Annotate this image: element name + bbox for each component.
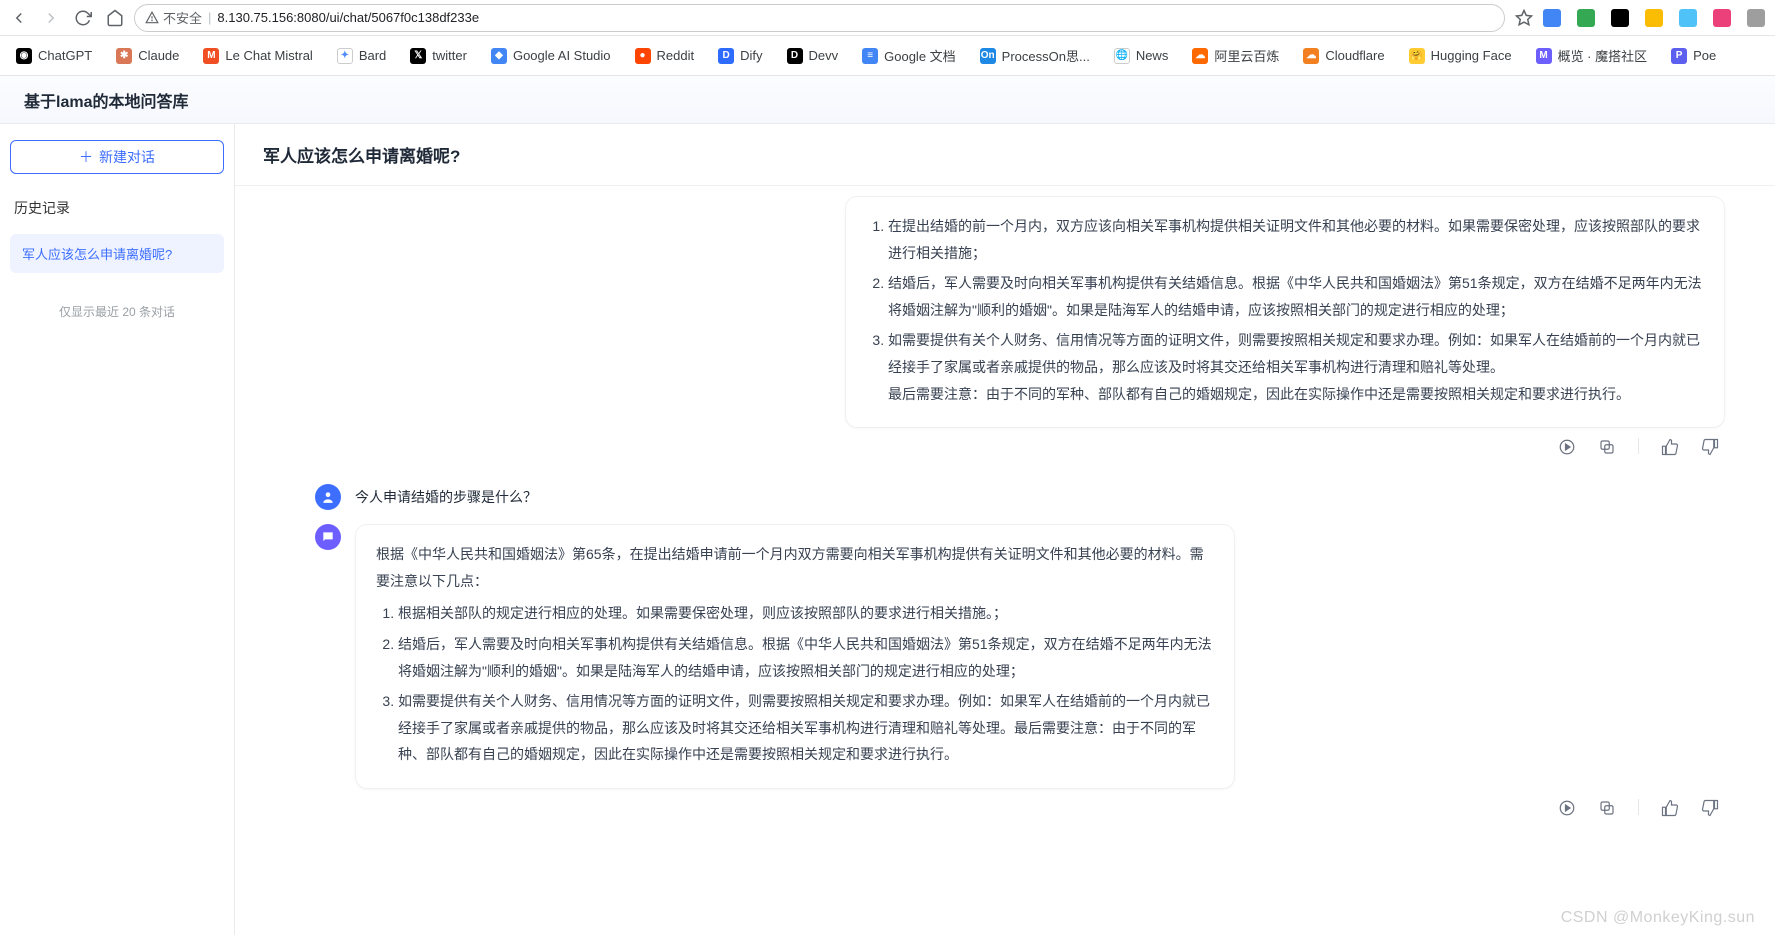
assistant-lead: 根据《中华人民共和国婚姻法》第65条，在提出结婚申请前一个月内双方需要向相关军事…	[376, 541, 1214, 594]
list-item: 根据相关部队的规定进行相应的处理。如果需要保密处理，则应该按照部队的要求进行相关…	[398, 600, 1214, 627]
message-actions	[355, 799, 1725, 817]
assistant-message: 在提出结婚的前一个月内，双方应该向相关军事机构提供相关证明文件和其他必要的材料。…	[845, 196, 1725, 428]
thumbs-up-icon[interactable]	[1661, 799, 1679, 817]
list-item: 在提出结婚的前一个月内，双方应该向相关军事机构提供相关证明文件和其他必要的材料。…	[888, 213, 1704, 266]
user-message-text: 今人申请结婚的步骤是什么？	[355, 487, 537, 507]
url-text: 8.130.75.156:8080/ui/chat/5067f0c138df23…	[217, 10, 479, 25]
play-icon[interactable]	[1558, 799, 1576, 817]
history-heading: 历史记录	[14, 198, 224, 218]
copy-icon[interactable]	[1598, 799, 1616, 817]
new-chat-button[interactable]: ＋ 新建对话	[10, 140, 224, 174]
ext-icon[interactable]	[1611, 9, 1629, 27]
ext-icon[interactable]	[1577, 9, 1595, 27]
ext-icon[interactable]	[1543, 9, 1561, 27]
chat-scroll[interactable]: 在提出结婚的前一个月内，双方应该向相关军事机构提供相关证明文件和其他必要的材料。…	[235, 186, 1775, 935]
bookmark-item[interactable]: 🤗Hugging Face	[1403, 44, 1518, 68]
user-message-row: 今人申请结婚的步骤是什么？	[315, 484, 1725, 510]
divider	[1638, 799, 1639, 815]
list-item: 结婚后，军人需要及时向相关军事机构提供有关结婚信息。根据《中华人民共和国婚姻法》…	[398, 631, 1214, 684]
bot-avatar	[315, 524, 341, 550]
thumbs-down-icon[interactable]	[1701, 438, 1719, 456]
bookmark-item[interactable]: ◉ChatGPT	[10, 44, 98, 68]
assistant-message: 根据《中华人民共和国婚姻法》第65条，在提出结婚申请前一个月内双方需要向相关军事…	[355, 524, 1235, 789]
bookmark-item[interactable]: OnProcessOn思...	[974, 42, 1096, 69]
ext-icon[interactable]	[1645, 9, 1663, 27]
copy-icon[interactable]	[1598, 438, 1616, 456]
back-icon[interactable]	[10, 9, 28, 27]
thumbs-down-icon[interactable]	[1701, 799, 1719, 817]
bookmarks-bar: ◉ChatGPT ✱Claude MLe Chat Mistral ✦Bard …	[0, 36, 1775, 76]
bookmark-item[interactable]: PPoe	[1665, 44, 1722, 68]
bookmark-item[interactable]: ◆Google AI Studio	[485, 44, 617, 68]
insecure-badge: 不安全	[145, 8, 202, 27]
address-bar[interactable]: 不安全 | 8.130.75.156:8080/ui/chat/5067f0c1…	[134, 4, 1505, 32]
message-actions	[315, 438, 1725, 456]
insecure-label: 不安全	[163, 8, 202, 27]
bookmark-item[interactable]: DDevv	[781, 44, 845, 68]
play-icon[interactable]	[1558, 438, 1576, 456]
bookmark-item[interactable]: M概览 · 魔搭社区	[1530, 42, 1654, 69]
bookmark-item[interactable]: ☁Cloudflare	[1297, 44, 1390, 68]
assistant-message-row: 根据《中华人民共和国婚姻法》第65条，在提出结婚申请前一个月内双方需要向相关军事…	[315, 524, 1725, 817]
browser-toolbar: 不安全 | 8.130.75.156:8080/ui/chat/5067f0c1…	[0, 0, 1775, 36]
list-item: 如需要提供有关个人财务、信用情况等方面的证明文件，则需要按照相关规定和要求办理。…	[888, 327, 1704, 407]
user-avatar	[315, 484, 341, 510]
new-chat-label: 新建对话	[99, 147, 155, 167]
list-item: 结婚后，军人需要及时向相关军事机构提供有关结婚信息。根据《中华人民共和国婚姻法》…	[888, 270, 1704, 323]
list-item: 如需要提供有关个人财务、信用情况等方面的证明文件，则需要按照相关规定和要求办理。…	[398, 688, 1214, 768]
extension-icons	[1543, 9, 1765, 27]
app-header: 基于lama的本地问答库	[0, 76, 1775, 124]
ext-icon[interactable]	[1713, 9, 1731, 27]
history-item[interactable]: 军人应该怎么申请离婚呢?	[10, 234, 224, 273]
history-limit-note: 仅显示最近 20 条对话	[10, 303, 224, 320]
forward-icon[interactable]	[42, 9, 60, 27]
bookmark-item[interactable]: 🌐News	[1108, 44, 1175, 68]
plus-icon: ＋	[79, 147, 93, 167]
app-title: 基于lama的本地问答库	[24, 88, 188, 112]
ext-icon[interactable]	[1747, 9, 1765, 27]
star-icon[interactable]	[1515, 9, 1533, 27]
sidebar: ＋ 新建对话 历史记录 军人应该怎么申请离婚呢? 仅显示最近 20 条对话	[0, 124, 235, 935]
ext-icon[interactable]	[1679, 9, 1697, 27]
reload-icon[interactable]	[74, 9, 92, 27]
bookmark-item[interactable]: ✦Bard	[331, 44, 392, 68]
thumbs-up-icon[interactable]	[1661, 438, 1679, 456]
home-icon[interactable]	[106, 9, 124, 27]
bookmark-item[interactable]: DDify	[712, 44, 768, 68]
chat-title: 军人应该怎么申请离婚呢?	[235, 124, 1775, 186]
bookmark-item[interactable]: ●Reddit	[629, 44, 701, 68]
bookmark-item[interactable]: 𝕏twitter	[404, 44, 473, 68]
main-panel: 军人应该怎么申请离婚呢? 在提出结婚的前一个月内，双方应该向相关军事机构提供相关…	[235, 124, 1775, 935]
bookmark-item[interactable]: ≡Google 文档	[856, 42, 962, 69]
bookmark-item[interactable]: MLe Chat Mistral	[197, 44, 318, 68]
bookmark-item[interactable]: ✱Claude	[110, 44, 185, 68]
divider	[1638, 438, 1639, 454]
bookmark-item[interactable]: ☁阿里云百炼	[1186, 42, 1285, 69]
